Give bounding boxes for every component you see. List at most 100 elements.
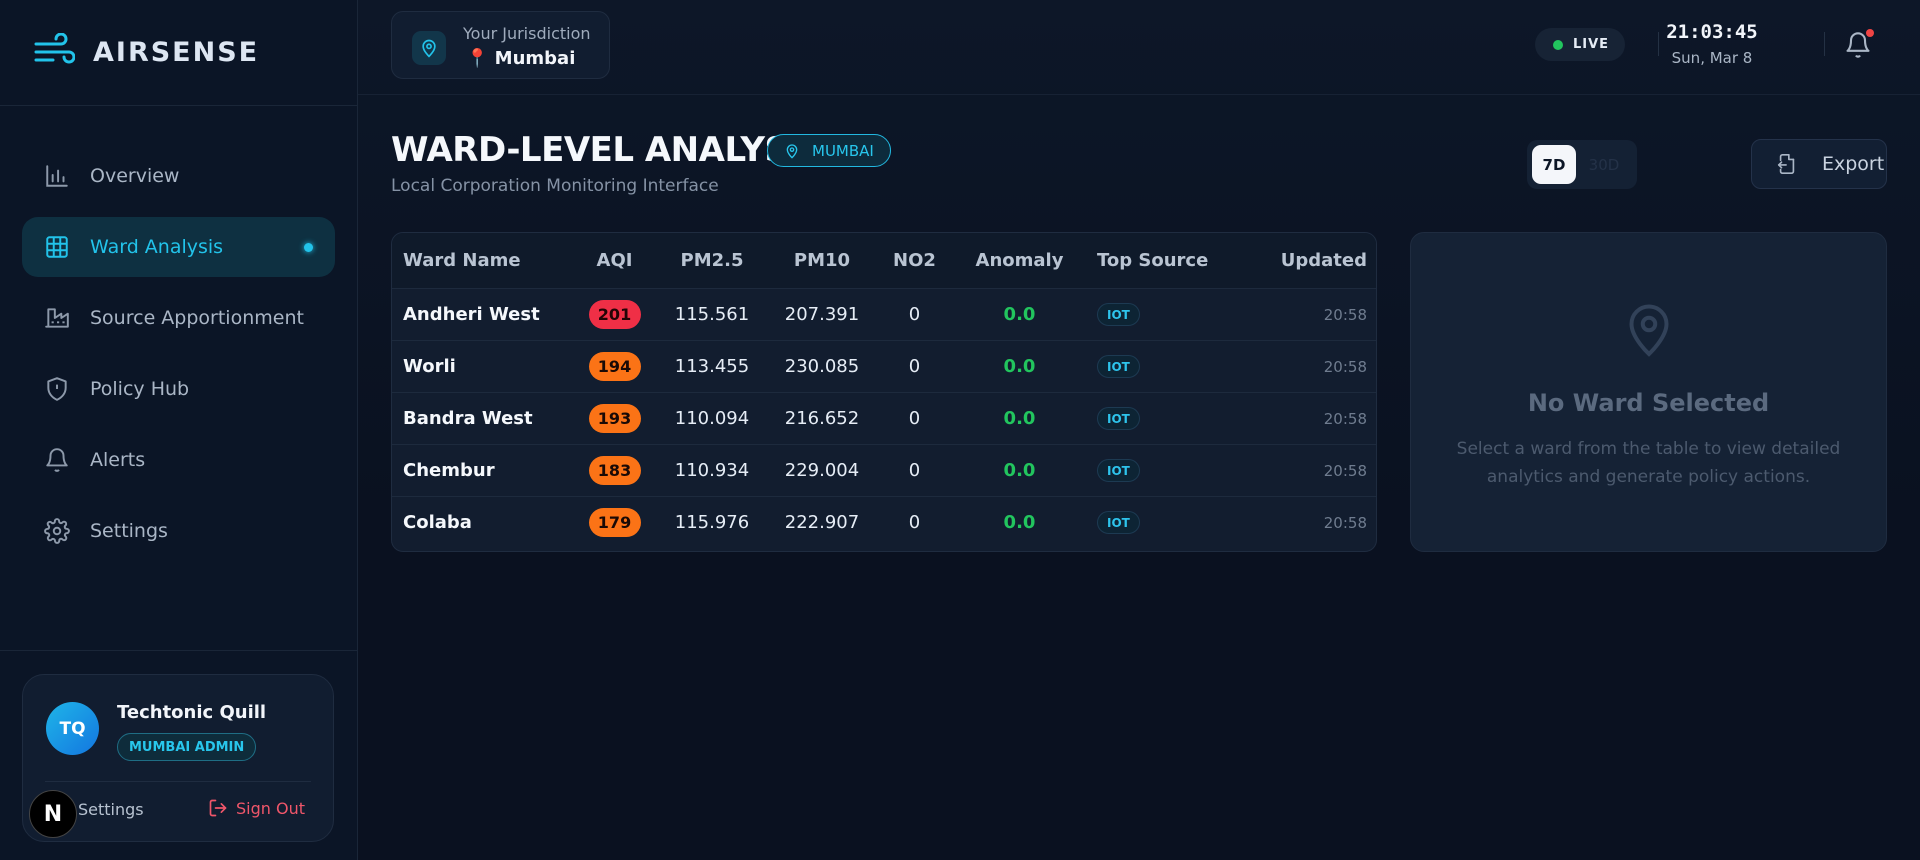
clock: 21:03:45 Sun, Mar 8	[1663, 21, 1761, 67]
anomaly-value: 0.0	[1003, 408, 1036, 429]
nav-item-overview[interactable]: Overview	[22, 146, 335, 206]
pm10-value: 230.085	[784, 356, 860, 377]
updated-time: 20:58	[1323, 357, 1367, 376]
export-label: Export	[1822, 153, 1885, 175]
export-file-icon	[1777, 154, 1795, 174]
column-header-top-source[interactable]: Top Source	[1087, 250, 1217, 271]
sidebar: AIRSENSE Overview Ward Analysis Source A…	[0, 0, 358, 860]
pm10-value: 216.652	[784, 408, 860, 429]
nav-item-policy-hub[interactable]: Policy Hub	[22, 359, 335, 419]
column-header-ward-name[interactable]: Ward Name	[392, 250, 572, 271]
source-cell: IOT	[1087, 511, 1217, 534]
pm25-value: 110.094	[674, 408, 750, 429]
bar-chart-icon	[46, 165, 68, 187]
column-header-anomaly[interactable]: Anomaly	[952, 250, 1087, 271]
logout-icon	[209, 799, 227, 817]
aqi-badge: 201	[588, 300, 641, 329]
user-role-badge: MUMBAI ADMIN	[117, 733, 257, 761]
wind-logo-icon	[33, 32, 76, 73]
nav-item-alerts[interactable]: Alerts	[22, 430, 335, 490]
aqi-badge: 183	[588, 456, 641, 485]
gear-icon	[44, 518, 70, 544]
table-row[interactable]: Bandra West 193 110.094 216.652 0 0.0 IO…	[392, 392, 1376, 444]
export-button[interactable]: Export	[1751, 139, 1887, 189]
map-pin-icon	[412, 31, 446, 65]
table-row[interactable]: Colaba 179 115.976 222.907 0 0.0 IOT 20:…	[392, 496, 1376, 548]
divider	[45, 781, 311, 782]
ward-table: Ward Name AQI PM2.5 PM10 NO2 Anomaly Top…	[391, 232, 1377, 552]
updated-time: 20:58	[1323, 409, 1367, 428]
table-header: Ward Name AQI PM2.5 PM10 NO2 Anomaly Top…	[392, 233, 1376, 288]
aqi-cell: 183	[572, 456, 657, 485]
live-label: LIVE	[1573, 37, 1610, 52]
source-badge: IOT	[1097, 511, 1140, 534]
avatar[interactable]: TQ	[46, 702, 99, 755]
aqi-badge: 193	[588, 404, 641, 433]
source-badge: IOT	[1097, 303, 1140, 326]
aqi-cell: 179	[572, 508, 657, 537]
top-bar: Your Jurisdiction 📍 Mumbai LIVE 21:03:45…	[358, 0, 1920, 95]
aqi-cell: 201	[572, 300, 657, 329]
ward-name: Colaba	[403, 512, 472, 533]
dev-tools-badge[interactable]: N	[29, 790, 77, 838]
nav-item-source-apportionment[interactable]: Source Apportionment	[22, 288, 335, 348]
range-option-7d[interactable]: 7D	[1532, 145, 1576, 184]
column-header-aqi[interactable]: AQI	[572, 250, 657, 271]
no2-value: 0	[908, 460, 921, 481]
sign-out-button[interactable]: Sign Out	[208, 798, 305, 818]
nav-item-ward-analysis[interactable]: Ward Analysis	[22, 217, 335, 277]
anomaly-value: 0.0	[1003, 304, 1036, 325]
live-status-badge: LIVE	[1535, 28, 1625, 61]
table-row[interactable]: Chembur 183 110.934 229.004 0 0.0 IOT 20…	[392, 444, 1376, 496]
nav-label: Policy Hub	[90, 378, 190, 400]
map-pin-icon	[1629, 304, 1669, 357]
anomaly-value: 0.0	[1003, 460, 1036, 481]
empty-state-title: No Ward Selected	[1527, 389, 1770, 417]
notifications-button[interactable]	[1844, 29, 1874, 60]
nav-label: Source Apportionment	[90, 307, 304, 329]
page-subtitle: Local Corporation Monitoring Interface	[391, 176, 719, 196]
user-settings-link[interactable]: Settings	[78, 800, 144, 819]
empty-state-text: Select a ward from the table to view det…	[1456, 439, 1841, 487]
column-header-no2[interactable]: NO2	[877, 250, 952, 271]
brand-name: AIRSENSE	[93, 37, 260, 68]
nav-label: Alerts	[90, 449, 146, 471]
anomaly-value: 0.0	[1003, 356, 1036, 377]
source-badge: IOT	[1097, 355, 1140, 378]
factory-icon	[45, 308, 69, 328]
jurisdiction-selector[interactable]: Your Jurisdiction 📍 Mumbai	[391, 11, 610, 79]
source-cell: IOT	[1087, 355, 1217, 378]
pm25-value: 113.455	[674, 356, 750, 377]
column-header-updated[interactable]: Updated	[1217, 250, 1376, 271]
column-header-pm25[interactable]: PM2.5	[657, 250, 767, 271]
page-title: WARD-LEVEL ANALYSIS	[391, 130, 825, 170]
ward-name: Andheri West	[403, 304, 540, 325]
divider	[1824, 32, 1825, 56]
pm25-value: 115.561	[674, 304, 750, 325]
nav-label: Settings	[90, 520, 168, 542]
no2-value: 0	[908, 512, 921, 533]
source-cell: IOT	[1087, 459, 1217, 482]
grid-icon	[46, 236, 68, 258]
nav-label: Overview	[90, 165, 180, 187]
column-header-pm10[interactable]: PM10	[767, 250, 877, 271]
clock-time: 21:03:45	[1666, 21, 1758, 43]
map-pin-icon	[786, 143, 798, 159]
pm10-value: 229.004	[784, 460, 860, 481]
no2-value: 0	[908, 356, 921, 377]
range-option-30d[interactable]: 30D	[1582, 145, 1626, 184]
nav-item-settings[interactable]: Settings	[22, 501, 335, 561]
table-row[interactable]: Andheri West 201 115.561 207.391 0 0.0 I…	[392, 288, 1376, 340]
ward-name: Chembur	[403, 460, 495, 481]
pm25-value: 115.976	[674, 512, 750, 533]
main-nav: Overview Ward Analysis Source Apportionm…	[0, 106, 357, 561]
notification-dot	[1866, 29, 1874, 37]
shield-icon	[47, 377, 67, 401]
city-badge-label: MUMBAI	[812, 141, 874, 160]
table-row[interactable]: Worli 194 113.455 230.085 0 0.0 IOT 20:5…	[392, 340, 1376, 392]
brand[interactable]: AIRSENSE	[0, 0, 357, 106]
source-cell: IOT	[1087, 407, 1217, 430]
updated-time: 20:58	[1323, 305, 1367, 324]
aqi-cell: 194	[572, 352, 657, 381]
pm10-value: 207.391	[784, 304, 860, 325]
